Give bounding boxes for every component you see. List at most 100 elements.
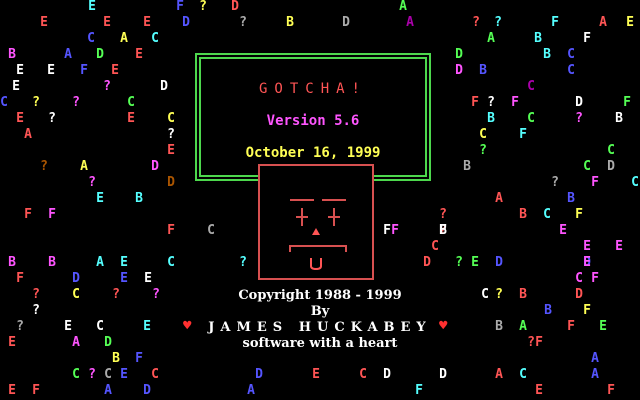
background-letter: ? (494, 15, 502, 30)
background-letter: C (567, 63, 575, 78)
background-letter: C (151, 367, 159, 382)
background-letter: B (48, 255, 56, 270)
background-letter: C (207, 223, 215, 238)
background-letter: E (103, 15, 111, 30)
background-letter: E (144, 271, 152, 286)
background-letter: E (8, 383, 16, 398)
background-letter: F (176, 0, 184, 14)
background-letter: A (599, 15, 607, 30)
background-letter: C (631, 175, 639, 190)
background-letter: A (487, 31, 495, 46)
background-letter: ? (479, 143, 487, 158)
background-letter: D (72, 271, 80, 286)
background-letter: E (626, 15, 634, 30)
background-letter: F (32, 383, 40, 398)
background-letter: ? (575, 111, 583, 126)
background-letter: B (439, 223, 447, 238)
background-letter: ? (239, 15, 247, 30)
background-letter: E (583, 255, 591, 270)
background-letter: A (406, 15, 414, 30)
background-letter: D (575, 287, 583, 302)
background-letter: A (519, 319, 527, 334)
background-letter: C (527, 79, 535, 94)
background-letter: A (120, 31, 128, 46)
background-letter: F (567, 319, 575, 334)
background-letter: A (399, 0, 407, 14)
background-letter: ? (88, 175, 96, 190)
background-letter: C (431, 239, 439, 254)
heart-icon: ♥ (439, 318, 448, 334)
background-letter: E (120, 271, 128, 286)
background-letter: C (167, 255, 175, 270)
background-letter: E (599, 319, 607, 334)
background-letter: E (16, 111, 24, 126)
background-letter: D (342, 15, 350, 30)
robot-face-icon (258, 164, 374, 280)
background-letter: ? (152, 287, 160, 302)
background-letter: D (160, 79, 168, 94)
background-letter: ? (40, 159, 48, 174)
background-letter: F (551, 15, 559, 30)
background-letter: ? (32, 95, 40, 110)
background-letter: F (24, 207, 32, 222)
background-letter: B (615, 111, 623, 126)
background-letter: C (104, 367, 112, 382)
background-letter: B (286, 15, 294, 30)
background-letter: ? (551, 175, 559, 190)
copyright-line: Copyright 1988 - 1999 (238, 288, 402, 303)
background-letter: E (64, 319, 72, 334)
background-letter: ? (88, 367, 96, 382)
version-label: Version 5.6 (266, 113, 360, 129)
background-letter: D (575, 95, 583, 110)
background-letter: C (72, 287, 80, 302)
release-date: October 16, 1999 (245, 145, 381, 161)
background-letter: ? (72, 95, 80, 110)
background-letter: B (519, 287, 527, 302)
background-letter: B (495, 319, 503, 334)
background-letter: B (487, 111, 495, 126)
background-letter: F (48, 207, 56, 222)
background-letter: C (151, 31, 159, 46)
background-letter: D (167, 175, 175, 190)
background-letter: C (481, 287, 489, 302)
background-letter: D (455, 47, 463, 62)
background-letter: F (415, 383, 423, 398)
background-letter: B (519, 207, 527, 222)
by-line: By (310, 304, 330, 319)
background-letter: ? (495, 287, 503, 302)
background-letter: D (495, 255, 503, 270)
background-letter: ? (472, 15, 480, 30)
background-letter: F (583, 303, 591, 318)
background-letter: F (519, 127, 527, 142)
background-letter: B (567, 191, 575, 206)
background-letter: D (383, 367, 391, 382)
splash-screen[interactable]: E F? D A E E E D? B D A?? F A E C A C A B F B A D E D B C E E F E D B C E?… (0, 0, 640, 400)
background-letter: C (519, 367, 527, 382)
background-letter: C (575, 271, 583, 286)
background-letter: E (96, 191, 104, 206)
background-letter: C (527, 111, 535, 126)
background-letter: E (615, 239, 623, 254)
background-letter: D (151, 159, 159, 174)
background-letter: E (47, 63, 55, 78)
background-letter: B (534, 31, 542, 46)
background-letter: A (591, 351, 599, 366)
background-letter: ? (112, 287, 120, 302)
background-letter: C (607, 143, 615, 158)
background-letter: F (135, 351, 143, 366)
background-letter: F (583, 31, 591, 46)
app-title: GOTCHA! (258, 81, 367, 97)
background-letter: E (471, 255, 479, 270)
background-letter: A (96, 255, 104, 270)
background-letter: D (143, 383, 151, 398)
background-letter: F (607, 383, 615, 398)
background-letter: C (167, 111, 175, 126)
background-letter: ? (455, 255, 463, 270)
background-letter: D (439, 367, 447, 382)
background-letter: F (535, 335, 543, 350)
background-letter: E (40, 15, 48, 30)
background-letter: E (312, 367, 320, 382)
background-letter: ? (239, 255, 247, 270)
background-letter: F (511, 95, 519, 110)
background-letter: A (24, 127, 32, 142)
